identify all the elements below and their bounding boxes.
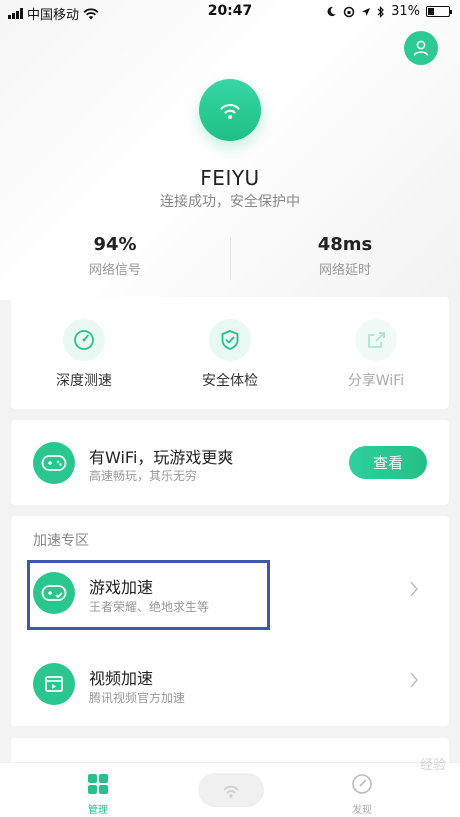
video-icon <box>45 676 63 692</box>
chevron-right-icon <box>410 581 418 597</box>
wifi-icon <box>220 104 240 119</box>
network-ssid: FEIYU <box>200 166 260 190</box>
accel-heading: 加速专区 <box>33 533 89 549</box>
promo-icon-badge <box>33 442 75 484</box>
signal-label: 网络信号 <box>88 263 141 278</box>
chevron-right-icon <box>410 672 418 688</box>
tab-manage[interactable]: 管理 <box>48 773 148 816</box>
wifi-icon <box>223 785 239 798</box>
game-promo-card[interactable]: 有WiFi，玩游戏更爽 高速畅玩，其乐无穷 查看 <box>11 420 449 505</box>
orientation-lock-icon <box>343 6 355 17</box>
battery-icon <box>426 6 452 17</box>
signal-value: 94% <box>93 234 137 255</box>
game-acceleration-subtitle: 王者荣耀、绝地求生等 <box>89 600 210 614</box>
bluetooth-icon <box>377 5 384 18</box>
grid-icon <box>88 774 108 794</box>
promo-title: 有WiFi，玩游戏更爽 <box>89 448 234 467</box>
latency-value: 48ms <box>317 234 373 255</box>
battery-percent: 31% <box>391 4 420 19</box>
tools-card: 深度测速 安全体检 分享WiFi <box>11 297 449 409</box>
speedometer-icon <box>74 330 94 350</box>
latency-label: 网络延时 <box>318 263 371 278</box>
network-metrics: 94% 网络信号 48ms 网络延时 <box>0 234 460 284</box>
tab-discover-label: 发现 <box>352 805 372 816</box>
speed-test-label: 深度测速 <box>56 373 112 389</box>
watermark: 经验 <box>419 758 446 773</box>
share-wifi-label: 分享WiFi <box>347 373 405 389</box>
video-acceleration-title: 视频加速 <box>89 669 154 688</box>
bottom-tab-bar: 管理 发现 <box>0 762 460 817</box>
game-acceleration-title: 游戏加速 <box>89 578 154 597</box>
share-wifi-button[interactable]: 分享WiFi <box>303 319 449 390</box>
compass-icon <box>352 774 372 794</box>
user-icon <box>413 40 429 56</box>
security-check-button[interactable]: 安全体检 <box>157 319 303 390</box>
gamepad-icon <box>41 455 67 471</box>
wifi-connection-badge[interactable] <box>199 79 261 141</box>
acceleration-zone-card: 加速专区 游戏加速 王者荣耀、绝地求生等 视频加速 腾讯视频官方加速 <box>11 516 449 726</box>
connection-status: 连接成功，安全保护中 <box>160 194 300 210</box>
moon-icon <box>327 6 337 17</box>
security-check-label: 安全体检 <box>202 373 258 389</box>
tab-manage-label: 管理 <box>88 805 108 816</box>
game-acceleration-item[interactable]: 游戏加速 王者荣耀、绝地求生等 <box>11 560 449 626</box>
user-profile-button[interactable] <box>404 31 438 65</box>
status-bar: 中国移动 20:47 31% <box>0 0 460 24</box>
promo-subtitle: 高速畅玩，其乐无穷 <box>89 469 198 483</box>
latency-metric: 48ms 网络延时 <box>230 234 460 278</box>
shield-check-icon <box>221 330 239 350</box>
signal-metric: 94% 网络信号 <box>0 234 230 278</box>
speed-test-button[interactable]: 深度测速 <box>11 319 157 390</box>
share-icon <box>368 332 385 348</box>
video-acceleration-item[interactable]: 视频加速 腾讯视频官方加速 <box>11 651 449 717</box>
wifi-center-button[interactable] <box>198 773 264 807</box>
location-icon <box>362 7 371 16</box>
tab-discover[interactable]: 发现 <box>312 773 412 816</box>
view-button[interactable]: 查看 <box>349 446 427 479</box>
gamepad-icon <box>41 585 67 601</box>
video-acceleration-subtitle: 腾讯视频官方加速 <box>89 691 186 705</box>
